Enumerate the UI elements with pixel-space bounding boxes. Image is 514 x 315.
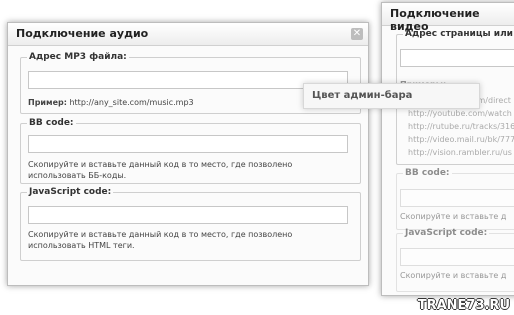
video-example-item: http://rutube.ru/tracks/316 bbox=[408, 122, 514, 131]
audio-dialog-title: Подключение аудио bbox=[8, 23, 368, 46]
video-dialog-title: Подключение видео bbox=[382, 3, 514, 33]
bb-legend: BB code: bbox=[29, 118, 74, 128]
video-js-hint: Скопируйте и вставьте д bbox=[400, 271, 507, 280]
video-js-input[interactable] bbox=[400, 248, 514, 266]
mp3-example-value: http://any_site.com/music.mp3 bbox=[69, 98, 194, 107]
admin-bar-color-label: Цвет админ-бара bbox=[312, 90, 413, 101]
audio-dialog: Подключение аудио ✕ Адрес MP3 файла: При… bbox=[7, 22, 369, 286]
video-example-item: http://vision.rambler.ru/us bbox=[408, 148, 512, 157]
close-icon[interactable]: ✕ bbox=[351, 28, 363, 40]
admin-bar-color-popup[interactable]: Цвет админ-бара bbox=[303, 83, 480, 109]
mp3-url-input[interactable] bbox=[28, 71, 348, 89]
video-page-input[interactable] bbox=[400, 49, 514, 67]
mp3-example: Пример: http://any_site.com/music.mp3 bbox=[28, 97, 194, 108]
mp3-example-label: Пример: bbox=[28, 98, 67, 107]
bb-hint: Скопируйте и вставьте данный код в то ме… bbox=[28, 160, 293, 180]
bb-code-input[interactable] bbox=[28, 135, 348, 153]
video-js-legend: JavaScript code: bbox=[405, 228, 488, 238]
video-bb-input[interactable] bbox=[400, 189, 514, 207]
video-page-legend: Адрес страницы или bbox=[405, 29, 513, 39]
js-legend: JavaScript code: bbox=[29, 187, 112, 197]
video-bb-hint: Скопируйте и вставьте д bbox=[400, 212, 507, 221]
js-code-input[interactable] bbox=[28, 206, 348, 224]
video-bb-legend: BB code: bbox=[405, 168, 450, 178]
js-hint: Скопируйте и вставьте данный код в то ме… bbox=[28, 230, 293, 250]
watermark: TRANE73.RU bbox=[417, 298, 510, 313]
mp3-legend: Адрес MP3 файла: bbox=[29, 52, 127, 62]
video-example-item: http://video.mail.ru/bk/777 bbox=[408, 135, 514, 144]
